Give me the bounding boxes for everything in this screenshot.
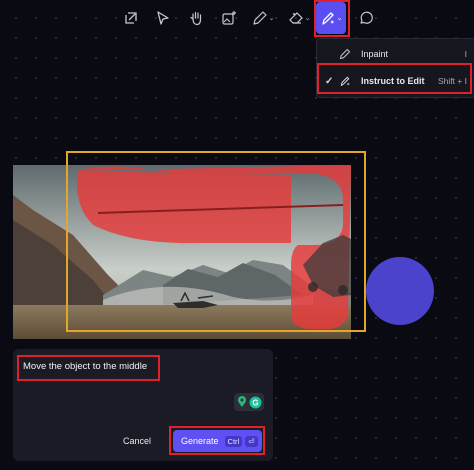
menu-item-label: Inpaint (361, 49, 389, 59)
select-frame-icon (125, 12, 137, 24)
menu-item-instruct-to-edit[interactable]: ✓ Instruct to Edit Shift + I (317, 69, 474, 93)
generate-button[interactable]: Generate Ctrl ⏎ (173, 430, 262, 452)
menu-item-shortcut: I (464, 49, 467, 59)
select-frame-tool[interactable] (118, 5, 144, 31)
eraser-icon (288, 12, 303, 24)
menu-item-label: Instruct to Edit (361, 76, 425, 86)
chevron-down-icon[interactable]: ⌄ (305, 14, 311, 22)
pointer-icon (157, 11, 169, 25)
chevron-down-icon[interactable]: ⌄ (269, 14, 275, 22)
magic-pen-icon (321, 12, 335, 25)
hand-tool[interactable] (183, 5, 209, 31)
comment-tool[interactable] (353, 5, 379, 31)
generate-label: Generate (181, 436, 219, 446)
menu-item-inpaint[interactable]: Inpaint I (317, 42, 474, 66)
grammarly-widget[interactable]: G (234, 393, 264, 411)
cancel-button[interactable]: Cancel (113, 431, 161, 451)
grammarly-icon: G (249, 396, 261, 408)
edit-mode-menu: Inpaint I ✓ Instruct to Edit Shift + I (316, 38, 474, 98)
chevron-down-icon[interactable]: ⌄ (337, 14, 343, 22)
prompt-panel: Move the object to the middle G Cancel G… (13, 349, 273, 461)
brush-icon (340, 49, 350, 59)
image-add-icon (222, 11, 236, 25)
image-add-tool[interactable] (216, 5, 242, 31)
cursor-circle (366, 257, 434, 325)
selection-frame[interactable] (66, 151, 366, 332)
hand-icon (190, 11, 202, 26)
magic-pen-tool[interactable]: ⌄ (316, 2, 346, 34)
pen-icon (252, 11, 267, 25)
shortcut-key: Ctrl (224, 435, 243, 447)
magic-pen-icon (340, 76, 350, 86)
pointer-tool[interactable] (150, 5, 176, 31)
comment-icon (360, 11, 373, 24)
prompt-input[interactable]: Move the object to the middle (23, 361, 147, 372)
pen-tool[interactable]: ⌄ (248, 5, 278, 31)
eraser-tool[interactable]: ⌄ (284, 5, 314, 31)
menu-item-shortcut: Shift + I (437, 76, 467, 86)
location-pin-icon (237, 396, 246, 407)
check-icon: ✓ (325, 75, 334, 87)
enter-key-icon: ⏎ (245, 435, 258, 447)
svg-text:G: G (252, 398, 258, 407)
toolbar: ⌄ ⌄ ⌄ (110, 0, 373, 36)
